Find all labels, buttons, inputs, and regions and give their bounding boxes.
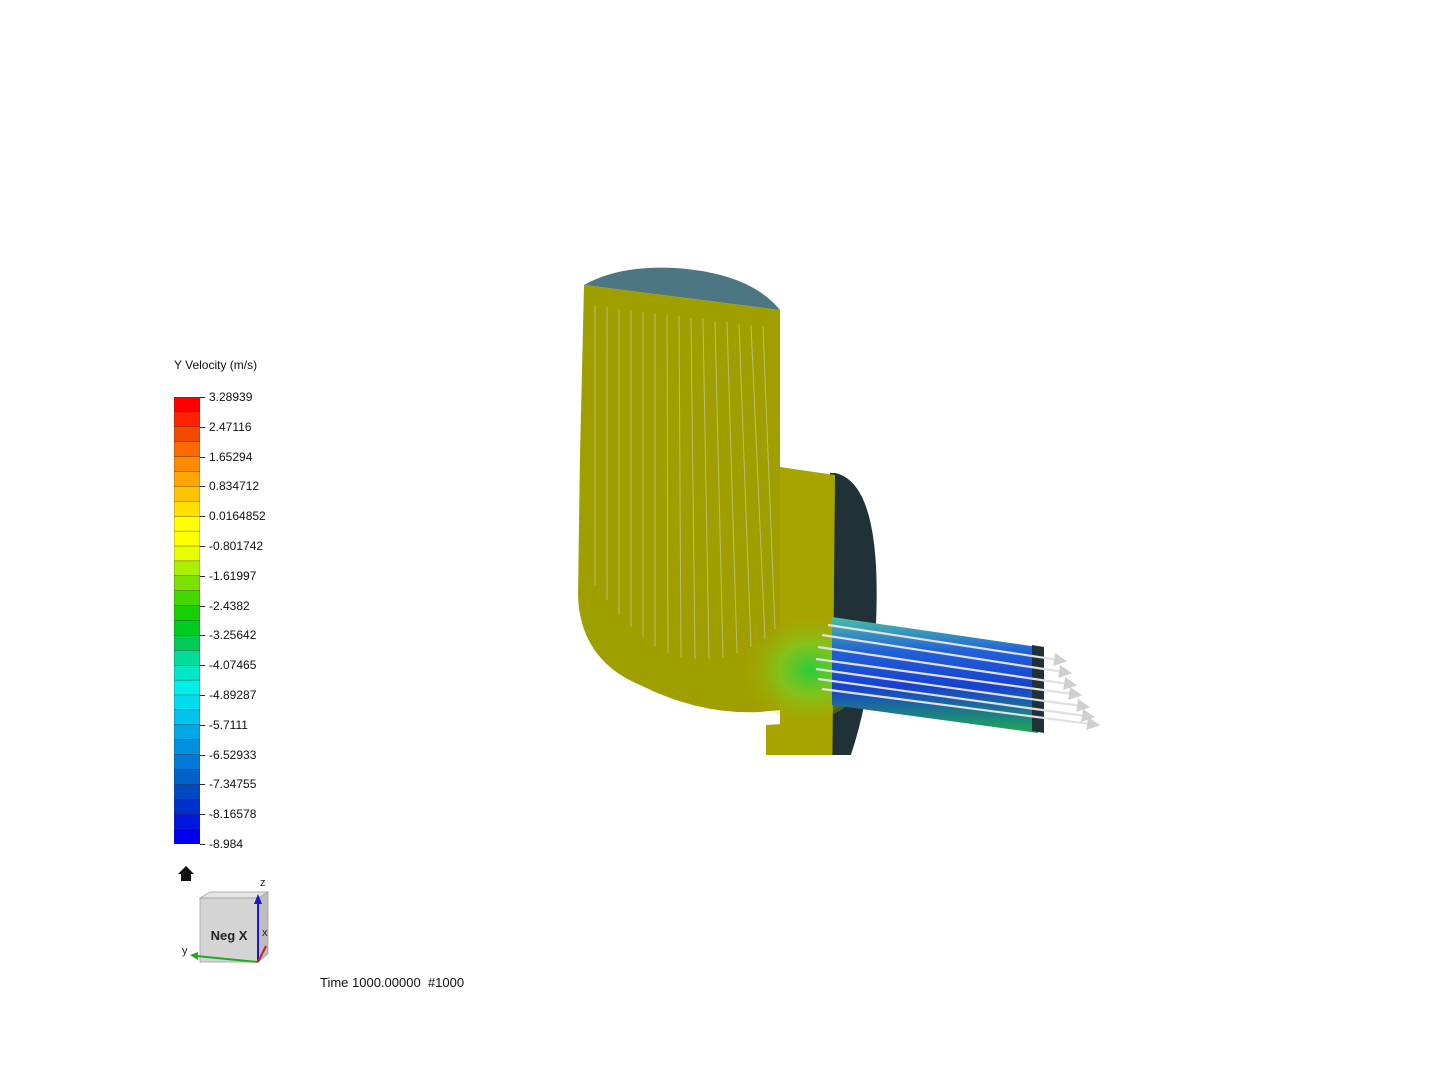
colorbar-band	[174, 709, 200, 726]
colorbar-tick-label: -4.89287	[209, 688, 257, 702]
colorbar-band	[174, 650, 200, 666]
colorbar-tick-mark	[200, 546, 205, 547]
colorbar-band	[174, 679, 200, 696]
colorbar-tick-label: -8.984	[209, 837, 244, 851]
axis-label-x: x	[262, 927, 268, 939]
colorbar-band	[174, 501, 200, 517]
colorbar-tick-mark	[200, 456, 205, 458]
colorbar-band	[174, 784, 200, 800]
legend-title: Y Velocity (m/s)	[174, 358, 258, 372]
colorbar-tick-mark	[200, 605, 205, 607]
colorbar-tick-mark	[200, 814, 205, 816]
axis-label-z: z	[260, 877, 266, 889]
colorbar-band	[174, 739, 200, 756]
cube-face-label: Neg X	[211, 928, 248, 943]
colorbar-band	[174, 515, 200, 532]
colorbar-tick-mark	[200, 665, 205, 667]
colorbar-tick-label: -6.52933	[209, 747, 257, 762]
colorbar	[174, 397, 200, 844]
colorbar-band	[174, 754, 200, 771]
colorbar-tick-label: 0.0164852	[209, 509, 266, 524]
colorbar-tick-label: -5.7111	[209, 717, 248, 732]
orientation-cube[interactable]: Neg X z y x	[178, 876, 278, 972]
colorbar-band	[174, 590, 200, 607]
colorbar-band	[174, 441, 200, 458]
colorbar-band	[174, 397, 200, 413]
colorbar-tick-label: -7.34755	[209, 777, 257, 792]
colorbar-tick-mark	[200, 516, 205, 518]
simulation-model-render	[578, 267, 1101, 755]
colorbar-band	[174, 828, 200, 844]
3d-viewport[interactable]: Y Velocity (m/s) 3.28939 2.47116 1.65294 0.…	[0, 0, 1440, 1080]
colorbar-tick-label: 0.834712	[209, 479, 260, 494]
colorbar-tick-mark	[200, 784, 205, 786]
colorbar-tick-label: 2.47116	[209, 419, 252, 434]
colorbar-tick-mark	[200, 724, 205, 726]
colorbar-tick-label: 3.28939	[209, 390, 253, 404]
colorbar-band	[174, 605, 200, 622]
colorbar-band	[174, 769, 200, 786]
colorbar-band	[174, 426, 200, 443]
colorbar-tick-mark	[200, 575, 205, 577]
colorbar-tick-label: -8.16578	[209, 807, 257, 822]
time-readout: Time 1000.00000 #1000	[320, 975, 465, 990]
axis-label-y: y	[182, 945, 188, 957]
colorbar-tick-mark	[200, 754, 205, 756]
colorbar-band	[174, 530, 200, 547]
colorbar-band	[174, 814, 200, 830]
colorbar-band	[174, 456, 200, 473]
colorbar-band	[174, 471, 200, 488]
colorbar-tick-label: 1.65294	[209, 449, 253, 464]
colorbar-band	[174, 694, 200, 711]
colorbar-tick-mark	[200, 426, 205, 428]
colorbar-band	[174, 799, 200, 815]
colorbar-tick-mark	[200, 695, 205, 696]
colorbar-tick-label: -3.25642	[209, 628, 257, 643]
colorbar-tick-label: -4.07465	[209, 658, 257, 673]
colorbar-tick-mark	[200, 397, 205, 398]
colorbar-tick-mark	[200, 844, 205, 845]
colorbar-tick-label: -2.4382	[209, 598, 250, 613]
colorbar-band	[174, 665, 200, 681]
colorbar-tick-mark	[200, 486, 205, 488]
colorbar-tick-label: -1.61997	[209, 568, 257, 583]
colorbar-band	[174, 620, 200, 637]
colorbar-band	[174, 575, 200, 592]
colorbar-band	[174, 635, 200, 651]
colorbar-band	[174, 560, 200, 577]
colorbar-band	[174, 724, 200, 741]
colorbar-band	[174, 411, 200, 428]
colorbar-band	[174, 486, 200, 503]
colorbar-band	[174, 545, 200, 562]
colorbar-tick-mark	[200, 635, 205, 637]
colorbar-tick-label: -0.801742	[209, 539, 264, 553]
